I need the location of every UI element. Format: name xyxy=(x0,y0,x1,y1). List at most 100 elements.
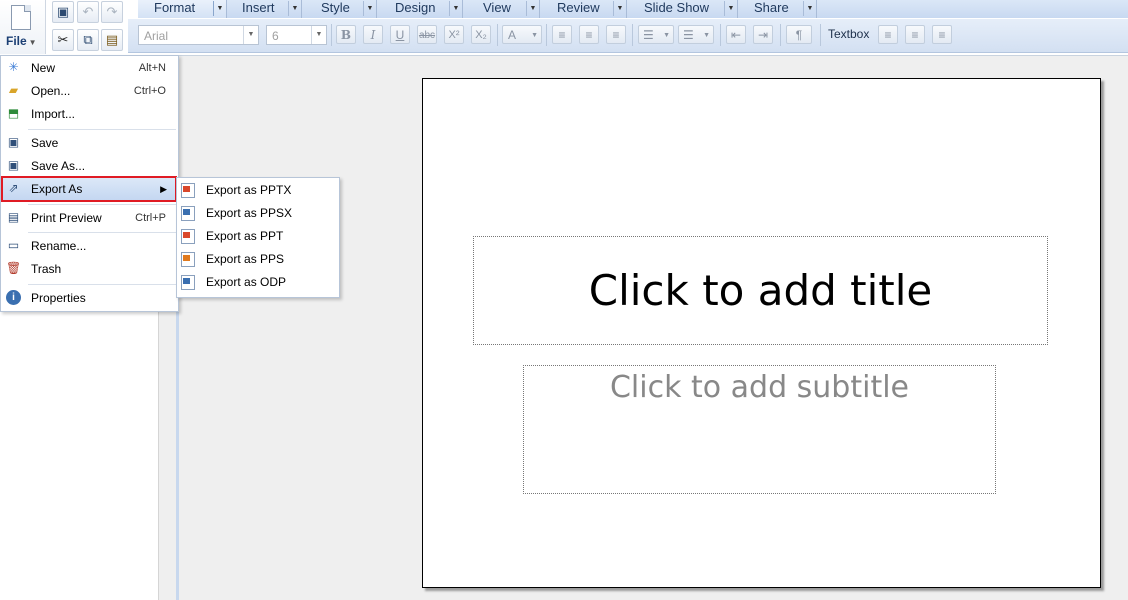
tab-format[interactable]: Format ▼ xyxy=(138,0,226,18)
bullet-list-button[interactable]: ☰ ▼ xyxy=(638,25,674,44)
export-submenu: Export as PPTX Export as PPSX Export as … xyxy=(176,177,340,298)
chevron-down-icon: ▼ xyxy=(531,32,538,39)
export-odp-item[interactable]: Export as ODP xyxy=(178,271,338,294)
font-color-button[interactable]: A ▼ xyxy=(502,25,542,44)
redo-button[interactable]: ↷ xyxy=(101,1,123,23)
undo-button[interactable]: ↶ xyxy=(77,1,99,23)
menu-item-import[interactable]: ⬒ Import... xyxy=(2,103,176,125)
menu-item-properties[interactable]: i Properties xyxy=(2,287,176,309)
ppt-file-icon xyxy=(181,229,195,244)
chevron-down-icon: ▼ xyxy=(663,32,670,39)
cut-button[interactable]: ✂ xyxy=(52,29,74,51)
menu-item-new[interactable]: ✳ New Alt+N xyxy=(2,57,176,79)
underline-button[interactable]: U xyxy=(390,25,410,44)
numbered-list-icon: ☰ xyxy=(683,28,694,42)
undo-icon: ↶ xyxy=(82,4,94,19)
export-ppsx-item[interactable]: Export as PPSX xyxy=(178,202,338,225)
paragraph-direction-button[interactable]: ¶ xyxy=(786,25,812,44)
italic-button[interactable]: I xyxy=(363,25,383,44)
textbox-align-middle-button[interactable]: ≡ xyxy=(905,25,925,44)
tab-design[interactable]: Design ▼ xyxy=(377,0,462,18)
menu-item-trash[interactable]: 🗑 Trash xyxy=(2,258,176,280)
underline-icon: U xyxy=(395,28,405,42)
align-left-button[interactable]: ≡ xyxy=(552,25,572,44)
export-icon: ⇗ xyxy=(8,181,19,195)
textbox-align-top-button[interactable]: ≡ xyxy=(878,25,898,44)
save-quick-button[interactable]: ▣ xyxy=(52,1,74,23)
tab-style[interactable]: Style ▼ xyxy=(302,0,376,18)
align-right-icon: ≡ xyxy=(612,28,620,42)
slide-canvas[interactable]: Click to add title Click to add subtitle xyxy=(422,78,1101,588)
chevron-down-icon: ▼ xyxy=(311,26,326,44)
chevron-down-icon: ▼ xyxy=(526,1,539,16)
title-placeholder[interactable]: Click to add title xyxy=(473,236,1048,345)
font-size-select[interactable]: 6 ▼ xyxy=(266,25,327,45)
subscript-button[interactable]: X₂ xyxy=(471,25,491,44)
menu-item-print-preview[interactable]: ▤ Print Preview Ctrl+P xyxy=(2,207,176,229)
menu-item-export-as[interactable]: ⇗ Export As ▶ xyxy=(1,176,177,202)
info-icon: i xyxy=(6,290,21,305)
chevron-down-icon: ▼ xyxy=(288,1,301,16)
chevron-down-icon: ▼ xyxy=(724,1,737,16)
align-center-button[interactable]: ≡ xyxy=(579,25,599,44)
increase-indent-button[interactable]: ⇥ xyxy=(753,25,773,44)
chevron-down-icon: ▼ xyxy=(449,1,462,16)
ribbon-tabs: Format ▼ Insert ▼ Style ▼ Design ▼ View … xyxy=(138,0,1128,18)
textbox-align-bottom-button[interactable]: ≡ xyxy=(932,25,952,44)
paste-button[interactable]: ▤ xyxy=(101,29,123,51)
submenu-arrow-icon: ▶ xyxy=(160,184,167,194)
chevron-down-icon: ▼ xyxy=(243,26,258,44)
align-right-button[interactable]: ≡ xyxy=(606,25,626,44)
align-center-icon: ≡ xyxy=(585,28,593,42)
chevron-down-icon: ▼ xyxy=(703,32,710,39)
align-middle-icon: ≡ xyxy=(911,28,919,42)
menu-item-save[interactable]: ▣ Save xyxy=(2,132,176,154)
export-ppt-item[interactable]: Export as PPT xyxy=(178,225,338,248)
bold-button[interactable]: B xyxy=(336,25,356,44)
textbox-label: Textbox xyxy=(828,27,870,41)
rename-icon: ▭ xyxy=(7,238,20,252)
chevron-down-icon: ▼ xyxy=(363,1,376,16)
chevron-down-icon: ▼ xyxy=(213,1,226,16)
export-pps-item[interactable]: Export as PPS xyxy=(178,248,338,271)
tab-review[interactable]: Review ▼ xyxy=(540,0,626,18)
decrease-indent-button[interactable]: ⇤ xyxy=(726,25,746,44)
menu-item-rename[interactable]: ▭ Rename... xyxy=(2,235,176,257)
subtitle-placeholder[interactable]: Click to add subtitle xyxy=(523,365,996,494)
chevron-down-icon: ▼ xyxy=(613,1,626,16)
clipboard-icon: ▤ xyxy=(105,32,119,47)
paragraph-icon: ¶ xyxy=(795,28,803,42)
file-menu-button[interactable]: File ▼ xyxy=(0,0,46,54)
scissors-icon: ✂ xyxy=(57,32,69,47)
open-folder-icon: ▰ xyxy=(8,83,19,97)
bold-icon: B xyxy=(340,28,352,42)
menu-item-save-as[interactable]: ▣ Save As... xyxy=(2,155,176,177)
copy-button[interactable]: ⧉ xyxy=(77,29,99,51)
ppsx-file-icon xyxy=(181,206,195,221)
quick-access-toolbar: ▣ ↶ ↷ ✂ ⧉ ▤ xyxy=(52,0,128,54)
export-pptx-item[interactable]: Export as PPTX xyxy=(178,179,338,202)
format-toolbar: Arial ▼ 6 ▼ B I U abc X² X₂ A ▼ ≡ ≡ ≡ ☰ ▼ … xyxy=(128,19,1128,53)
chevron-down-icon: ▼ xyxy=(803,1,816,16)
new-icon: ✳ xyxy=(8,60,19,74)
tab-share[interactable]: Share ▼ xyxy=(738,0,816,18)
font-color-icon: A xyxy=(508,28,517,42)
strikethrough-button[interactable]: abc xyxy=(417,25,437,44)
save-icon: ▣ xyxy=(56,4,70,19)
tab-slide-show[interactable]: Slide Show ▼ xyxy=(627,0,737,18)
trash-icon: 🗑 xyxy=(6,261,22,275)
font-name-select[interactable]: Arial ▼ xyxy=(138,25,259,45)
pptx-file-icon xyxy=(181,183,195,198)
tab-view[interactable]: View ▼ xyxy=(463,0,539,18)
superscript-button[interactable]: X² xyxy=(444,25,464,44)
menu-item-open[interactable]: ▰ Open... Ctrl+O xyxy=(2,80,176,102)
numbered-list-button[interactable]: ☰ ▼ xyxy=(678,25,714,44)
align-top-icon: ≡ xyxy=(884,28,892,42)
odp-file-icon xyxy=(181,275,195,290)
tab-insert[interactable]: Insert ▼ xyxy=(227,0,301,18)
top-toolbar: File ▼ ▣ ↶ ↷ ✂ ⧉ ▤ Format ▼ Insert ▼ Styl… xyxy=(0,0,1128,56)
print-preview-icon: ▤ xyxy=(7,210,20,224)
import-icon: ⬒ xyxy=(7,106,20,120)
increase-indent-icon: ⇥ xyxy=(757,28,769,42)
align-bottom-icon: ≡ xyxy=(938,28,946,42)
